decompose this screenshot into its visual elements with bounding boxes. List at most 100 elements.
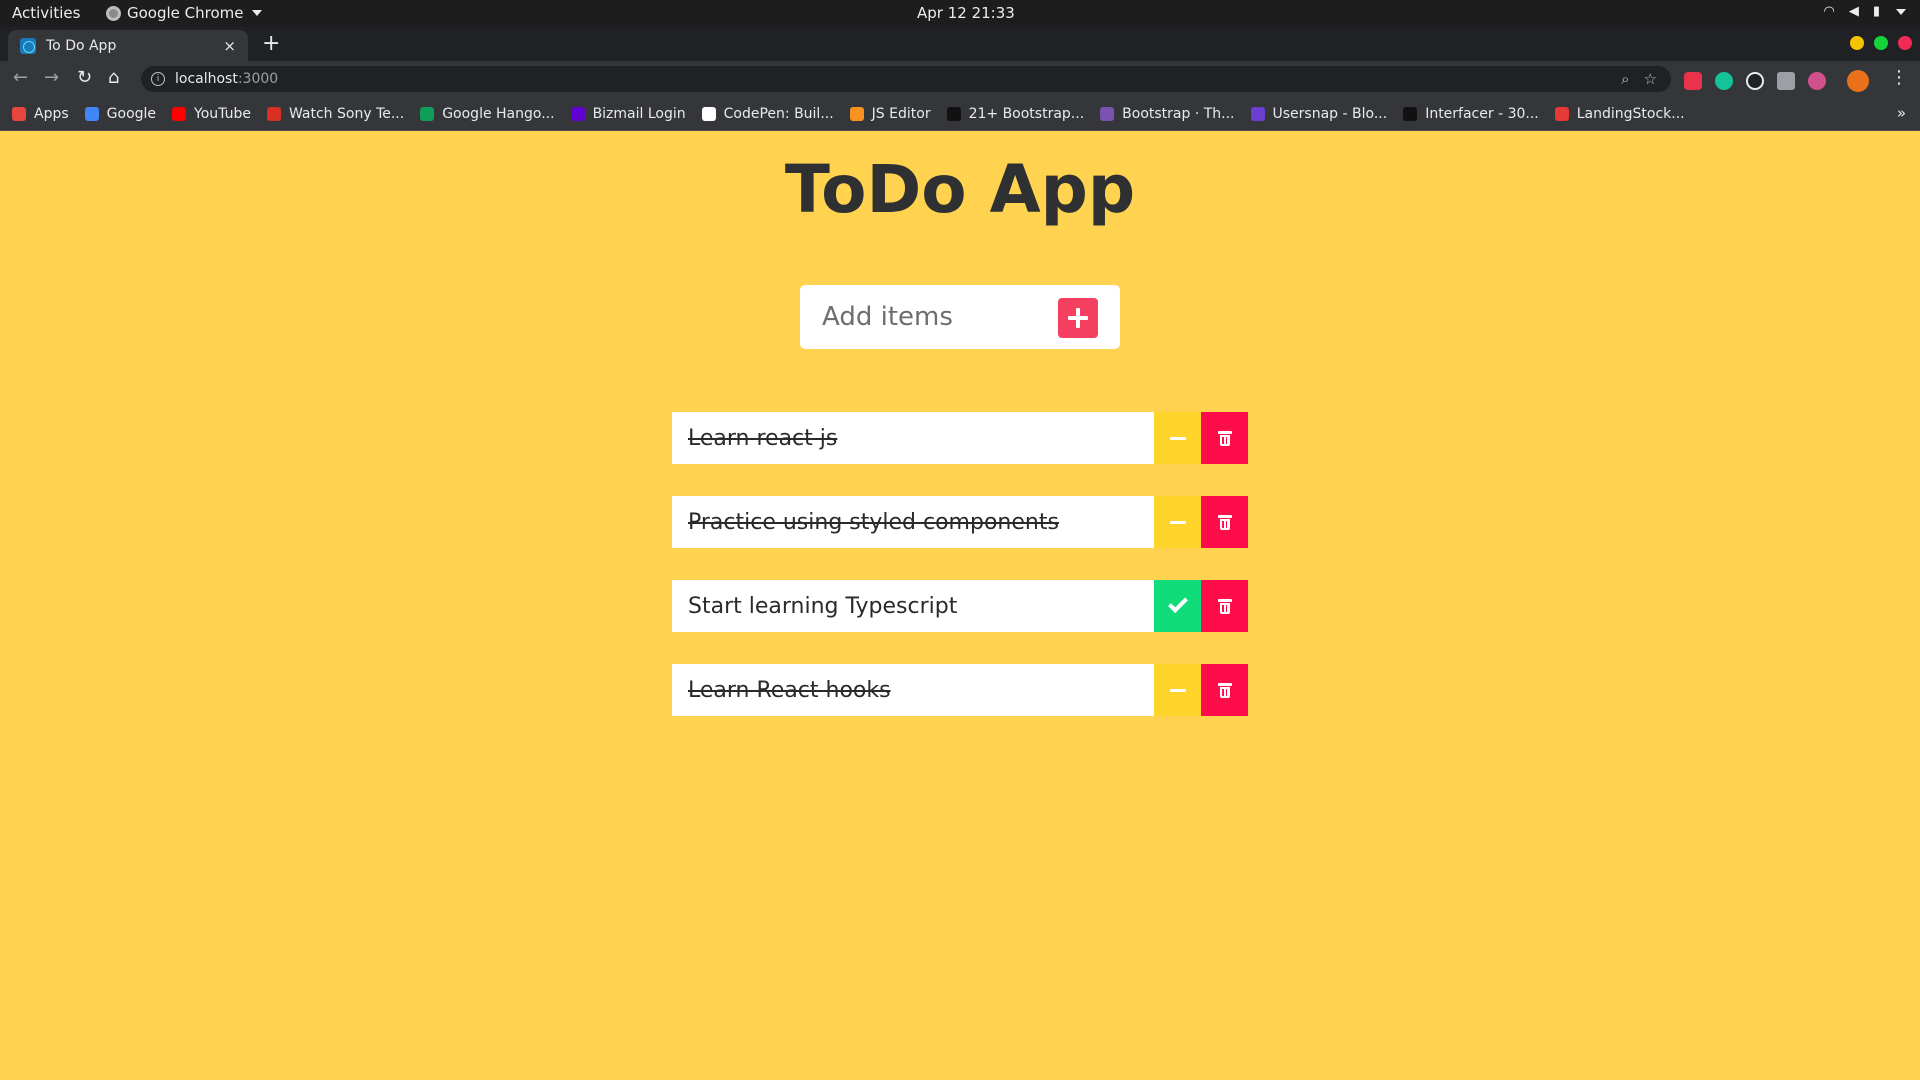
bookmark-item[interactable]: CodePen: Buil... [701, 105, 834, 122]
todo-text: Practice using styled components [672, 496, 1154, 548]
tab-strip: To Do App × + [0, 27, 1920, 61]
extension-icon[interactable] [1746, 72, 1764, 90]
minus-icon [1169, 436, 1186, 440]
bookmark-favicon-icon [701, 106, 716, 121]
bookmark-item[interactable]: YouTube [172, 106, 251, 122]
add-item-button[interactable] [1058, 298, 1098, 338]
bookmark-label: Usersnap - Blo... [1272, 105, 1388, 122]
bookmark-item[interactable]: Interfacer - 30... [1403, 106, 1539, 122]
minimize-button[interactable] [1850, 36, 1864, 50]
todo-text: Learn React hooks [672, 664, 1154, 716]
bookmark-item[interactable]: Google Hango... [420, 105, 555, 122]
trash-icon [1217, 514, 1232, 530]
avatar[interactable] [1847, 70, 1869, 92]
camera-icon[interactable] [1777, 72, 1795, 90]
minus-icon [1169, 520, 1186, 524]
todo-item: Practice using styled components [672, 496, 1248, 548]
system-tray[interactable]: ◠ ◀ ▮ [1823, 4, 1906, 19]
todo-item: Start learning Typescript [672, 580, 1248, 632]
bookmark-item[interactable]: JS Editor [849, 105, 931, 122]
bookmark-favicon-icon [849, 106, 864, 121]
chrome-icon [106, 5, 121, 21]
trash-icon [1217, 598, 1232, 614]
delete-button[interactable] [1201, 664, 1248, 716]
bookmark-favicon-icon [84, 106, 99, 121]
undo-button[interactable] [1154, 664, 1201, 716]
delete-button[interactable] [1201, 496, 1248, 548]
maximize-button[interactable] [1874, 36, 1888, 50]
trash-icon [1217, 682, 1232, 698]
clock[interactable]: Apr 12 21:33 [917, 4, 1015, 22]
tab-close-icon[interactable]: × [223, 37, 236, 55]
check-icon [1167, 593, 1188, 614]
complete-button[interactable] [1154, 580, 1201, 632]
new-tab-button[interactable]: + [262, 33, 280, 55]
bookmark-label: JS Editor [871, 105, 931, 122]
site-info-icon[interactable]: i [151, 72, 165, 86]
extension-icon[interactable] [1684, 72, 1702, 90]
back-arrow-icon[interactable]: ← [13, 67, 28, 88]
system-menu-caret-icon [1896, 8, 1906, 15]
grammarly-icon[interactable] [1715, 72, 1733, 90]
todo-item: Learn react js [672, 412, 1248, 464]
bookmark-favicon-icon [570, 106, 585, 121]
volume-icon: ◀ [1848, 4, 1859, 19]
bookmark-item[interactable]: Apps [12, 106, 69, 122]
bookmark-favicon-icon [172, 106, 187, 121]
bookmark-item[interactable]: LandingStock... [1554, 105, 1685, 122]
bookmark-label: 21+ Bootstrap... [968, 105, 1085, 122]
address-bar[interactable]: i localhost:3000 ⌕ ☆ [141, 66, 1671, 92]
url-host: localhost [175, 71, 238, 87]
bookmark-star-icon[interactable]: ☆ [1644, 70, 1657, 88]
app-menu[interactable]: Google Chrome [106, 4, 262, 22]
activities-button[interactable]: Activities [12, 4, 80, 22]
minus-icon [1169, 688, 1186, 692]
bookmarks-overflow-button[interactable]: » [1897, 104, 1906, 122]
bookmark-item[interactable]: Usersnap - Blo... [1250, 105, 1388, 122]
home-icon[interactable]: ⌂ [108, 67, 119, 88]
undo-button[interactable] [1154, 412, 1201, 464]
bookmark-favicon-icon [1554, 106, 1569, 121]
bookmark-label: Watch Sony Te... [288, 105, 405, 122]
todo-text: Start learning Typescript [672, 580, 1154, 632]
bookmark-label: Bizmail Login [592, 105, 686, 122]
todo-text: Learn react js [672, 412, 1154, 464]
add-item-input[interactable] [822, 302, 1042, 332]
close-window-button[interactable] [1898, 36, 1912, 50]
page-content: ToDo App Learn react js Practice using st… [0, 131, 1920, 1080]
bookmark-label: Google Hango... [442, 105, 555, 122]
bookmark-item[interactable]: Google [84, 105, 157, 122]
omnibox-actions: ⌕ ☆ [1621, 70, 1657, 88]
undo-button[interactable] [1154, 496, 1201, 548]
bookmark-favicon-icon [266, 106, 281, 121]
bookmarks-bar: Apps Google YouTube Watch Sony Te... Google … [0, 97, 1920, 131]
bookmark-favicon-icon [12, 106, 26, 121]
bookmark-item[interactable]: Bootstrap · Th... [1100, 105, 1235, 122]
more-menu-icon[interactable]: ⋮ [1890, 67, 1908, 88]
bookmark-item[interactable]: 21+ Bootstrap... [946, 105, 1085, 122]
bookmark-label: CodePen: Buil... [723, 105, 834, 122]
forward-arrow-icon[interactable]: → [44, 67, 59, 88]
bookmark-label: YouTube [194, 105, 251, 122]
bookmark-item[interactable]: Watch Sony Te... [266, 105, 405, 122]
battery-icon: ▮ [1872, 4, 1880, 19]
delete-button[interactable] [1201, 580, 1248, 632]
todo-list: Learn react js Practice using styled comp… [672, 412, 1248, 748]
extension-icon[interactable] [1808, 72, 1826, 90]
reload-icon[interactable]: ↻ [77, 67, 92, 88]
bookmark-label: Bootstrap · Th... [1122, 105, 1235, 122]
plus-icon [1068, 308, 1088, 328]
wifi-icon: ◠ [1823, 4, 1835, 19]
bookmark-favicon-icon [1403, 106, 1418, 121]
bookmark-item[interactable]: Bizmail Login [570, 105, 686, 122]
bookmark-favicon-icon [1250, 106, 1265, 121]
react-favicon-icon [20, 37, 36, 54]
todo-item: Learn React hooks [672, 664, 1248, 716]
bookmark-label: Google [106, 105, 157, 122]
system-top-bar: Activities Google Chrome Apr 12 21:33 ◠ … [0, 0, 1920, 27]
bookmark-label: LandingStock... [1576, 105, 1685, 122]
bookmark-label: Interfacer - 30... [1425, 105, 1539, 122]
tab-todo-app[interactable]: To Do App × [8, 30, 248, 61]
zoom-icon[interactable]: ⌕ [1621, 70, 1629, 88]
delete-button[interactable] [1201, 412, 1248, 464]
